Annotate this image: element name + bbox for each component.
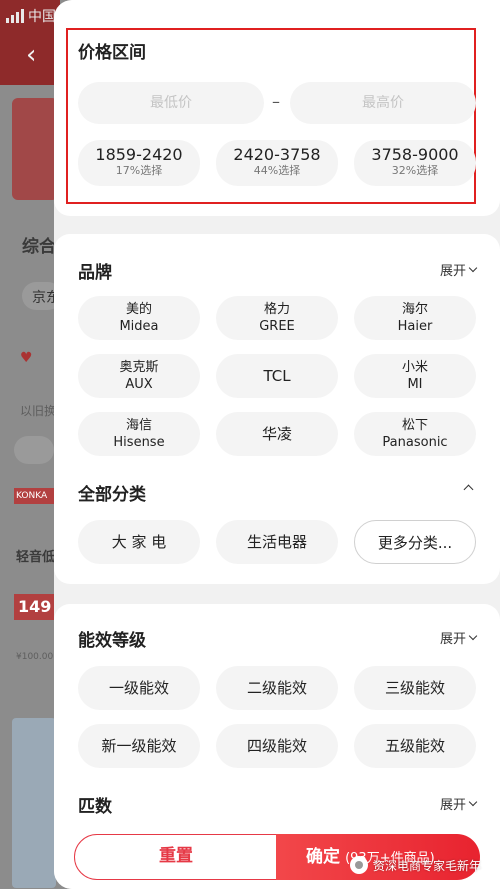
- expand-label: 展开: [439, 632, 466, 647]
- category-option[interactable]: 大 家 电: [78, 520, 200, 564]
- energy-option[interactable]: 三级能效: [354, 666, 476, 710]
- brand-cn-label: 奥克斯: [119, 360, 159, 375]
- wechat-icon: [350, 856, 368, 874]
- expand-label: 展开: [439, 264, 466, 279]
- brand-en-label: AUX: [125, 377, 153, 392]
- energy-option[interactable]: 四级能效: [216, 724, 338, 768]
- brand-section-title: 品牌: [78, 263, 112, 283]
- expand-label: 展开: [439, 798, 466, 813]
- background-price: 149: [14, 594, 54, 620]
- reset-button[interactable]: 重置: [74, 834, 278, 880]
- brand-option-gree[interactable]: 格力 GREE: [216, 296, 338, 340]
- min-price-input[interactable]: 最低价: [78, 82, 264, 124]
- energy-section-title: 能效等级: [78, 631, 146, 651]
- brand-en-label: GREE: [259, 319, 295, 334]
- horsepower-expand-button[interactable]: 展开: [439, 794, 478, 813]
- brand-cn-label: 美的: [125, 302, 152, 317]
- brand-en-label: Midea: [119, 319, 159, 334]
- brand-cn-label: 海尔: [401, 302, 428, 317]
- back-icon[interactable]: ‹: [26, 40, 36, 70]
- price-range-label: 1859-2420: [95, 145, 183, 164]
- background-coupon: ¥100.00: [16, 652, 54, 662]
- brand-cn-label: 松下: [401, 418, 428, 433]
- price-range-option[interactable]: 3758-9000 32%选择: [354, 140, 476, 186]
- filter-panel: 价格区间 最低价 – 最高价 1859-2420 17%选择 2420-3758…: [54, 0, 500, 889]
- brand-cn-label: 格力: [263, 302, 290, 317]
- background-pill: [14, 436, 54, 464]
- price-range-share: 32%选择: [391, 164, 439, 177]
- price-range-label: 3758-9000: [371, 145, 459, 164]
- sort-label: 综合: [22, 237, 56, 257]
- status-bar: 中国: [6, 6, 56, 26]
- background-product-image: [12, 718, 56, 888]
- more-categories-button[interactable]: 更多分类...: [354, 520, 476, 564]
- energy-option[interactable]: 五级能效: [354, 724, 476, 768]
- brand-option-midea[interactable]: 美的 Midea: [78, 296, 200, 340]
- category-option[interactable]: 生活电器: [216, 520, 338, 564]
- brand-en-label: Haier: [397, 319, 433, 334]
- chevron-down-icon: [468, 631, 478, 641]
- brand-en-label: Panasonic: [382, 435, 448, 450]
- price-range-share: 17%选择: [115, 164, 163, 177]
- brand-cn-label: 海信: [125, 418, 152, 433]
- brand-en-label: MI: [407, 377, 423, 392]
- brand-option-tcl[interactable]: TCL: [216, 354, 338, 398]
- price-separator: –: [272, 92, 280, 111]
- brand-card: 品牌 展开 美的 Midea 格力 GREE 海尔 Haier 奥克斯 AUX …: [54, 234, 500, 584]
- brand-en-label: Hisense: [113, 435, 165, 450]
- energy-option[interactable]: 一级能效: [78, 666, 200, 710]
- brand-expand-button[interactable]: 展开: [439, 260, 478, 279]
- brand-option-haier[interactable]: 海尔 Haier: [354, 296, 476, 340]
- signal-icon: [6, 9, 24, 23]
- brand-cn-label: 小米: [401, 360, 428, 375]
- price-section-title: 价格区间: [78, 43, 146, 63]
- brand-option-aux[interactable]: 奥克斯 AUX: [78, 354, 200, 398]
- price-range-share: 44%选择: [253, 164, 301, 177]
- brand-option-mi[interactable]: 小米 MI: [354, 354, 476, 398]
- energy-option[interactable]: 二级能效: [216, 666, 338, 710]
- category-section-title: 全部分类: [78, 485, 146, 505]
- horsepower-section-title: 匹数: [78, 797, 112, 817]
- chevron-down-icon: [468, 797, 478, 807]
- brand-option-hualing[interactable]: 华凌: [216, 412, 338, 456]
- energy-option[interactable]: 新一级能效: [78, 724, 200, 768]
- price-range-option[interactable]: 2420-3758 44%选择: [216, 140, 338, 186]
- max-price-input[interactable]: 最高价: [290, 82, 476, 124]
- watermark-text: 资深电商专家毛新年: [373, 858, 482, 873]
- watermark: 资深电商专家毛新年: [350, 856, 481, 874]
- background-note: 以旧换: [20, 404, 57, 418]
- confirm-label: 确定: [306, 847, 340, 867]
- background-banner: [12, 98, 58, 200]
- chevron-down-icon: [468, 263, 478, 273]
- brand-option-panasonic[interactable]: 松下 Panasonic: [354, 412, 476, 456]
- price-range-option[interactable]: 1859-2420 17%选择: [78, 140, 200, 186]
- energy-card: 能效等级 展开 一级能效 二级能效 三级能效 新一级能效 四级能效 五级能效 匹…: [54, 604, 500, 834]
- brand-option-hisense[interactable]: 海信 Hisense: [78, 412, 200, 456]
- background-brand-tag: KONKA: [14, 488, 54, 504]
- carrier-label: 中国: [28, 9, 56, 25]
- price-card: 价格区间 最低价 – 最高价 1859-2420 17%选择 2420-3758…: [54, 0, 500, 216]
- energy-expand-button[interactable]: 展开: [439, 628, 478, 647]
- price-range-label: 2420-3758: [233, 145, 321, 164]
- background-product-title: 轻音低: [16, 550, 56, 565]
- chevron-up-icon[interactable]: [463, 484, 474, 495]
- background-heart-icon: ♥: [20, 350, 33, 366]
